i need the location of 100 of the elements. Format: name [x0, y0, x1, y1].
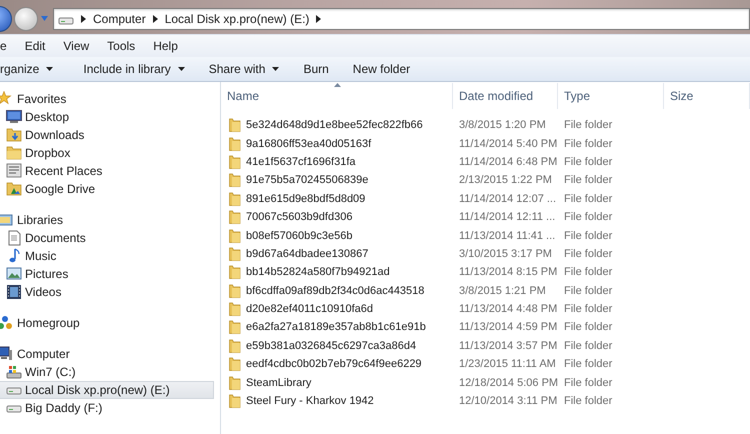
date-modified: 11/14/2014 6:48 PM [458, 156, 558, 168]
date-modified: 3/8/2015 1:21 PM [458, 284, 547, 297]
folder-icon [229, 357, 241, 372]
file-name[interactable]: d20e82ef4011c10910fa6d [246, 303, 374, 316]
sidebar-item[interactable]: Big Daddy (F:) [0, 399, 214, 417]
sidebar-item[interactable]: Desktop [0, 108, 214, 126]
menu-item[interactable]: Help [144, 39, 187, 53]
folder-icon [229, 136, 241, 151]
column-header[interactable]: Date modified [453, 83, 558, 109]
drive-folder-icon [6, 181, 22, 197]
folder-icon [229, 154, 241, 169]
download-folder-icon [6, 127, 22, 143]
date-modified: 3/8/2015 1:20 PM [458, 119, 547, 132]
file-name[interactable]: e59b381a0326845c6297ca3a86d4 [246, 340, 416, 352]
sidebar-group[interactable]: Computer [0, 345, 220, 363]
menu-item[interactable]: View [54, 39, 98, 53]
column-header[interactable]: Type [558, 83, 664, 109]
menu-item[interactable]: Tools [98, 39, 144, 53]
file-type: File folder [563, 395, 614, 408]
picture-icon [6, 266, 22, 282]
sidebar-item[interactable]: Dropbox [0, 144, 214, 162]
sidebar-item[interactable]: Documents [0, 229, 214, 247]
file-type: File folder [563, 192, 614, 205]
file-type: File folder [563, 138, 614, 150]
system-drive-icon [6, 364, 22, 380]
sidebar-item[interactable]: Pictures [0, 265, 214, 283]
caret-icon [272, 67, 280, 71]
file-name[interactable]: 891e615d9e8bdf5d8d09 [246, 192, 366, 205]
file-name[interactable]: b08ef57060b9c3e56b [246, 230, 352, 242]
column-header[interactable]: Name [221, 83, 453, 109]
sidebar-item[interactable]: Google Drive [0, 180, 214, 198]
file-name[interactable]: eedf4cdbc0b02b7eb79c64f9ee6229 [246, 358, 422, 370]
sidebar-item[interactable]: Downloads [0, 126, 214, 144]
toolbar-button[interactable]: New folder [352, 62, 410, 76]
file-type: File folder [563, 211, 614, 224]
file-name[interactable]: bf6cdffa09af89db2f34c0d6ac443518 [246, 284, 424, 297]
monitor-icon [6, 109, 22, 125]
file-type: File folder [563, 156, 614, 168]
network-icon [0, 315, 13, 331]
column-header[interactable]: Size [664, 83, 750, 109]
date-modified: 11/13/2014 8:15 PM [458, 266, 558, 278]
toolbar-button[interactable]: Share with [208, 62, 280, 76]
file-name[interactable]: bb14b52824a580f7b94921ad [246, 266, 390, 278]
sidebar-group[interactable]: Libraries [0, 211, 220, 229]
file-name[interactable]: SteamLibrary [246, 376, 312, 389]
date-modified: 2/13/2015 1:22 PM [458, 174, 553, 186]
sidebar-item[interactable]: Win7 (C:) [0, 363, 214, 381]
menu-item[interactable]: Edit [16, 39, 54, 53]
file-type: File folder [563, 266, 614, 278]
folder-icon [229, 192, 241, 206]
file-name[interactable]: 70067c5603b9dfd306 [246, 211, 352, 224]
toolbar-button[interactable]: Include in library [83, 62, 185, 76]
recent-places-icon [6, 163, 22, 179]
folder-icon [229, 173, 241, 188]
file-name[interactable]: Steel Fury - Kharkov 1942 [246, 395, 374, 408]
date-modified: 11/14/2014 12:07 ... [458, 192, 558, 205]
date-modified: 11/14/2014 5:40 PM [458, 138, 558, 150]
sidebar-item[interactable]: Recent Places [0, 162, 214, 180]
date-modified: 11/13/2014 3:57 PM [458, 340, 558, 352]
file-type: File folder [563, 284, 614, 297]
file-name[interactable]: 91e75b5a70245506839e [246, 174, 368, 186]
file-name[interactable]: e6a2fa27a18189e357ab8b1c61e91b [246, 321, 426, 334]
folder-icon [229, 228, 241, 243]
date-modified: 11/13/2014 4:59 PM [458, 321, 558, 334]
sidebar-group[interactable]: Homegroup [0, 314, 220, 332]
sidebar-group[interactable]: Favorites [0, 90, 220, 108]
folder-icon [6, 145, 22, 161]
sidebar-item[interactable]: Videos [0, 283, 214, 301]
chevron-icon [152, 14, 158, 22]
caret-icon [46, 67, 54, 71]
date-modified: 12/18/2014 5:06 PM [458, 376, 558, 389]
menu-item[interactable]: e [0, 39, 16, 53]
forward-button[interactable] [14, 6, 38, 30]
film-icon [6, 284, 22, 300]
sidebar-item[interactable]: Local Disk xp.pro(new) (E:) [0, 381, 214, 399]
folder-icon [229, 265, 241, 280]
file-type: File folder [563, 248, 614, 260]
sort-arrow-icon [334, 83, 340, 87]
file-name[interactable]: 41e1f5637cf1696f31fa [246, 156, 356, 168]
breadcrumb-item[interactable]: Local Disk xp.pro(new) (E:) [164, 12, 310, 26]
file-type: File folder [563, 376, 614, 389]
address-bar[interactable]: Computer Local Disk xp.pro(new) (E:) [53, 8, 750, 30]
file-name[interactable]: b9d67a64dbadee130867 [246, 248, 368, 260]
toolbar-button[interactable]: rganize [0, 62, 54, 76]
file-name[interactable]: 9a16806ff53ea40d05163f [246, 138, 372, 150]
folder-icon [229, 284, 241, 298]
file-type: File folder [563, 230, 614, 242]
dropdown-arrow-icon [40, 15, 49, 22]
file-name[interactable]: 5e324d648d9d1e8bee52fec822fb66 [246, 119, 423, 132]
toolbar-button[interactable]: Burn [303, 62, 329, 76]
folder-icon [229, 376, 241, 390]
breadcrumb-item[interactable]: Computer [93, 12, 146, 26]
sidebar-item[interactable]: Music [0, 247, 214, 265]
document-icon [6, 230, 22, 246]
file-type: File folder [563, 321, 614, 334]
folder-icon [229, 302, 241, 316]
folder-icon [229, 320, 241, 334]
folder-icon [229, 394, 241, 408]
chevron-icon [81, 14, 86, 22]
date-modified: 11/13/2014 11:41 ... [458, 230, 556, 242]
